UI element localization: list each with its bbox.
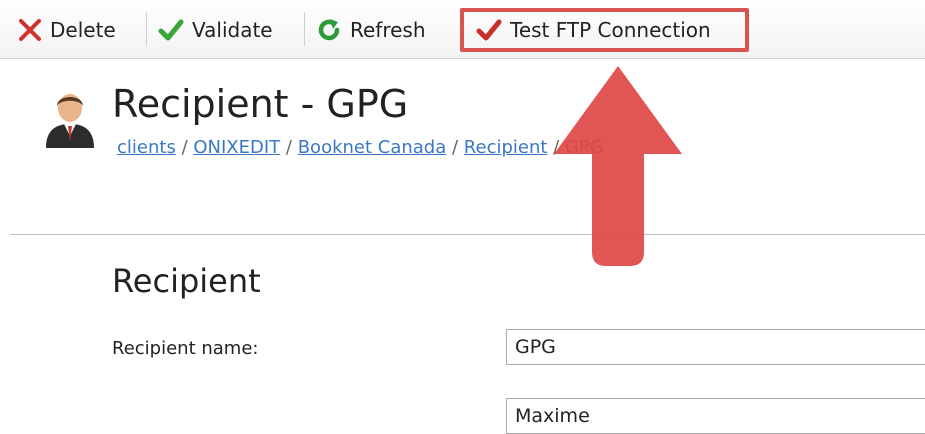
delete-x-icon bbox=[19, 19, 41, 41]
validate-button[interactable]: Validate bbox=[158, 10, 273, 50]
annotation-arrow-icon bbox=[554, 66, 682, 266]
validate-label: Validate bbox=[192, 18, 273, 42]
breadcrumb-clients-link[interactable]: clients bbox=[117, 137, 176, 158]
toolbar: Delete Validate Refresh Test FTP Connect… bbox=[0, 0, 925, 59]
recipient-name-input[interactable] bbox=[506, 329, 925, 365]
highlight-box bbox=[460, 8, 749, 52]
breadcrumb-recipient-link[interactable]: Recipient bbox=[464, 137, 548, 158]
refresh-button[interactable]: Refresh bbox=[316, 10, 426, 50]
breadcrumb: clients / ONIXEDIT / Booknet Canada / Re… bbox=[117, 137, 604, 158]
section-divider bbox=[10, 234, 925, 235]
refresh-icon bbox=[318, 19, 340, 41]
toolbar-separator bbox=[304, 12, 305, 46]
breadcrumb-booknet-canada-link[interactable]: Booknet Canada bbox=[298, 137, 447, 158]
recipient-name-label: Recipient name: bbox=[112, 338, 259, 359]
breadcrumb-separator: / bbox=[452, 137, 464, 158]
delete-label: Delete bbox=[50, 18, 116, 42]
user-avatar-icon bbox=[46, 94, 94, 148]
delete-button[interactable]: Delete bbox=[18, 10, 116, 50]
section-title: Recipient bbox=[112, 262, 261, 300]
breadcrumb-onixedit-link[interactable]: ONIXEDIT bbox=[193, 137, 280, 158]
toolbar-separator bbox=[146, 12, 147, 46]
contact-name-input[interactable] bbox=[506, 398, 925, 434]
breadcrumb-separator: / bbox=[285, 137, 298, 158]
breadcrumb-separator: / bbox=[181, 137, 194, 158]
refresh-label: Refresh bbox=[350, 18, 426, 42]
check-icon bbox=[158, 19, 184, 41]
page-title: Recipient - GPG bbox=[112, 82, 409, 126]
